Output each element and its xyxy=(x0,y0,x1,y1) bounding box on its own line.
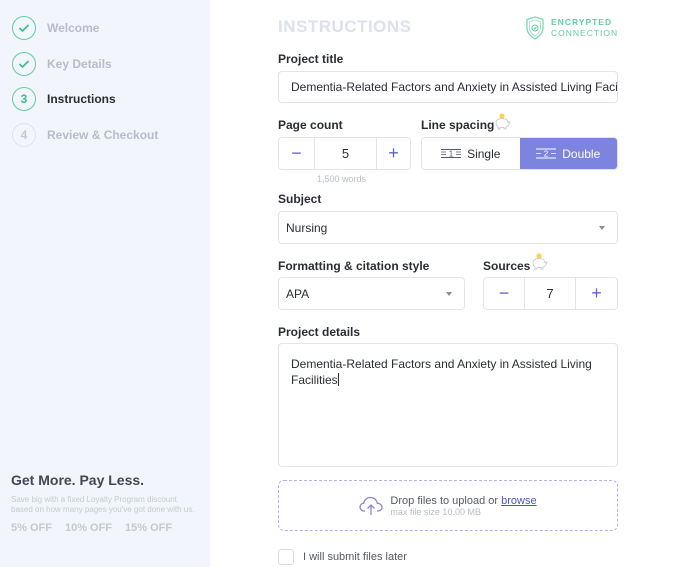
project-details-textarea[interactable]: Dementia-Related Factors and Anxiety in … xyxy=(278,343,618,467)
text-cursor xyxy=(337,373,339,386)
subject-label: Subject xyxy=(278,192,322,206)
line-spacing-double-option[interactable]: 2 Double xyxy=(519,138,617,169)
line-spacing-label: Line spacing xyxy=(421,118,495,132)
svg-text:1: 1 xyxy=(449,150,454,159)
submit-later-checkbox[interactable] xyxy=(278,549,294,565)
page-title: INSTRUCTIONS xyxy=(278,17,412,36)
page-count-label: Page count xyxy=(278,118,343,132)
cloud-upload-icon xyxy=(359,496,384,515)
page-count-stepper: − 5 + xyxy=(278,137,411,170)
formatting-label: Formatting & citation style xyxy=(278,259,430,273)
page-count-value[interactable]: 5 xyxy=(314,138,377,169)
double-spacing-icon: 2 xyxy=(536,148,557,159)
step-label: Welcome xyxy=(47,21,100,35)
file-drop-zone[interactable]: Drop files to upload or browse max file … xyxy=(278,480,618,531)
subject-select[interactable]: Nursing xyxy=(278,211,618,244)
secure-label-line1: ENCRYPTED xyxy=(551,17,613,27)
promo-title: Get More. Pay Less. xyxy=(11,472,145,488)
discount-tier: 5% OFF xyxy=(11,522,52,534)
step-welcome[interactable]: Welcome xyxy=(12,16,99,40)
sources-value[interactable]: 7 xyxy=(524,278,576,309)
step-label: Instructions xyxy=(47,92,116,106)
upload-text: Drop files to upload or xyxy=(390,494,499,507)
step-label: Review & Checkout xyxy=(47,128,159,142)
project-details-label: Project details xyxy=(278,325,361,339)
page-count-increment-button[interactable]: + xyxy=(377,138,410,169)
page-count-decrement-button[interactable]: − xyxy=(279,138,314,169)
line-spacing-toggle: 1 Single 2 Double xyxy=(421,137,618,170)
project-title-label: Project title xyxy=(278,52,344,66)
option-label: Double xyxy=(562,146,601,161)
option-label: Single xyxy=(467,146,501,161)
step-review-checkout[interactable]: 4 Review & Checkout xyxy=(12,123,158,147)
subject-value: Nursing xyxy=(286,220,328,235)
formatting-value: APA xyxy=(286,286,310,301)
sources-label: Sources xyxy=(483,259,531,273)
single-spacing-icon: 1 xyxy=(441,149,462,159)
chevron-down-icon xyxy=(599,225,605,230)
word-count-hint: 1,500 words xyxy=(317,174,367,184)
step-number: 4 xyxy=(12,123,36,147)
browse-link[interactable]: browse xyxy=(501,495,536,507)
piggy-bank-icon xyxy=(532,253,548,270)
step-number: 3 xyxy=(12,87,36,111)
project-details-text: Dementia-Related Factors and Anxiety in … xyxy=(291,357,592,387)
project-title-input[interactable]: Dementia-Related Factors and Anxiety in … xyxy=(278,71,618,103)
max-file-size: max file size 10.00 MB xyxy=(390,506,481,517)
shield-icon xyxy=(526,16,544,40)
secure-label-line2: CONNECTION xyxy=(551,28,619,38)
submit-later-label: I will submit files later xyxy=(303,551,407,563)
discount-list: 5% OFF 10% OFF 15% OFF xyxy=(11,522,196,534)
discount-tier: 10% OFF xyxy=(64,522,113,534)
step-label: Key Details xyxy=(47,57,112,71)
sources-increment-button[interactable]: + xyxy=(576,278,617,309)
submit-later-checkbox-row[interactable]: I will submit files later xyxy=(278,549,407,565)
step-instructions[interactable]: 3 Instructions xyxy=(12,87,116,111)
check-icon xyxy=(12,16,36,40)
promo-description: Save big with a fixed Loyalty Program di… xyxy=(11,495,195,514)
formatting-select[interactable]: APA xyxy=(278,277,465,310)
step-key-details[interactable]: Key Details xyxy=(12,52,112,76)
svg-text:2: 2 xyxy=(544,150,549,159)
line-spacing-single-option[interactable]: 1 Single xyxy=(422,138,520,169)
chevron-down-icon xyxy=(446,291,452,296)
check-icon xyxy=(12,52,36,76)
sources-stepper: − 7 + xyxy=(483,277,618,310)
loyalty-promo: Get More. Pay Less. Save big with a fixe… xyxy=(11,472,196,534)
discount-tier: 15% OFF xyxy=(125,522,173,534)
piggy-bank-icon xyxy=(495,113,511,130)
sidebar: Welcome Key Details 3 Instructions 4 Rev… xyxy=(0,0,210,567)
encrypted-connection-badge: ENCRYPTED CONNECTION xyxy=(525,16,618,40)
sources-decrement-button[interactable]: − xyxy=(484,278,524,309)
